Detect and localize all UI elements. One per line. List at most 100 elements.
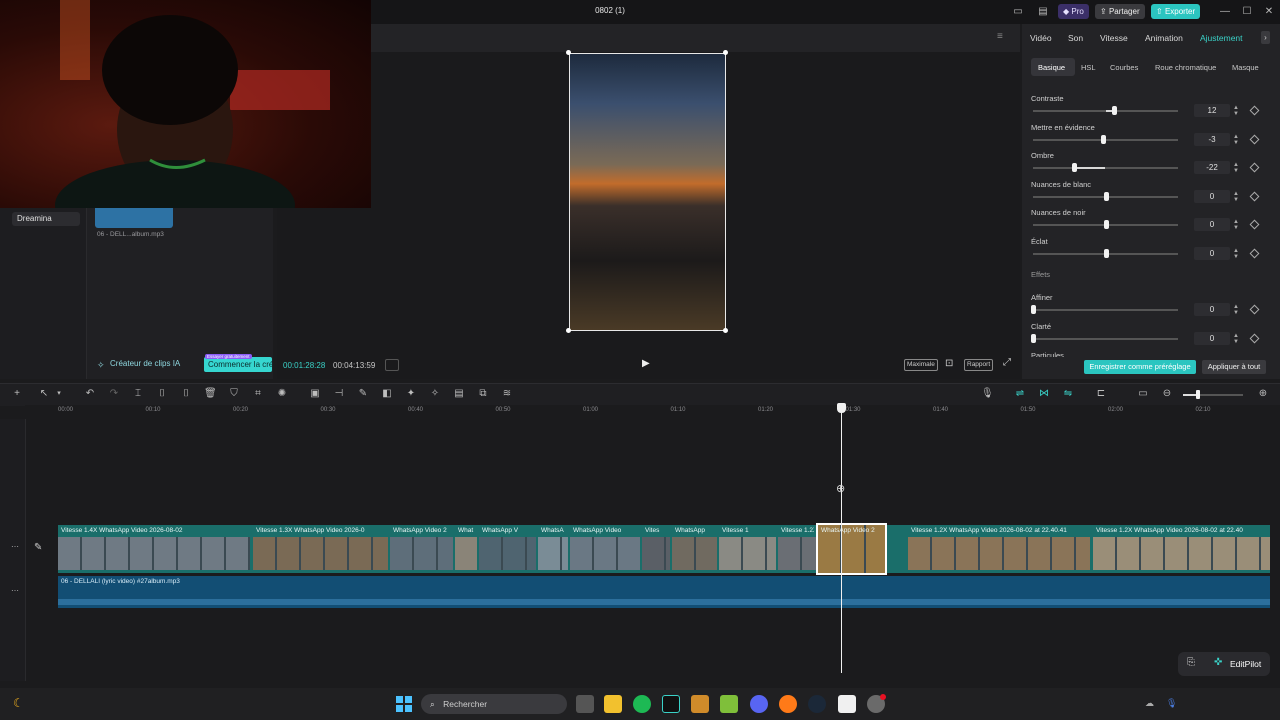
video-clip[interactable] — [570, 537, 640, 570]
time-ruler[interactable] — [25, 405, 1280, 419]
video-clip[interactable] — [672, 537, 717, 570]
video-clip[interactable] — [719, 537, 776, 570]
steam-icon[interactable] — [808, 695, 826, 713]
param-slider-knob[interactable] — [1031, 333, 1036, 343]
edit-track-icon[interactable]: ✎ — [34, 542, 42, 553]
stepper-icon[interactable]: ▲ ▼ — [1233, 248, 1239, 260]
video-clip[interactable] — [390, 537, 453, 570]
weather-moon-icon[interactable]: ☾ — [13, 696, 24, 710]
audio-media-thumbnail[interactable] — [95, 208, 173, 228]
add-icon[interactable]: + — [11, 387, 23, 401]
stepper-icon[interactable]: ▲ ▼ — [1233, 105, 1239, 117]
video-clip[interactable] — [455, 537, 477, 570]
adjust-icon[interactable]: ✦ — [405, 387, 417, 401]
zoom-out-icon[interactable]: ⊖ — [1161, 387, 1173, 401]
magic-icon[interactable]: ✧ — [429, 387, 441, 401]
ratio-button[interactable]: Rapport — [964, 359, 994, 371]
video-preview[interactable] — [569, 53, 726, 331]
resize-handle[interactable] — [723, 50, 728, 55]
video-clip[interactable] — [479, 537, 536, 570]
param-slider[interactable] — [1033, 309, 1178, 311]
subtab-color-wheel[interactable]: Roue chromatique — [1155, 63, 1216, 72]
shield-icon[interactable]: ⛉ — [228, 387, 240, 401]
delete-icon[interactable]: 🗑 — [204, 387, 217, 401]
zoom-in-icon[interactable]: ⊕ — [1257, 387, 1269, 401]
save-preset-button[interactable]: Enregistrer comme préréglage — [1084, 360, 1196, 374]
param-value-input[interactable]: 0 — [1194, 189, 1230, 203]
track-more-icon[interactable]: ⋯ — [11, 542, 19, 551]
audio-track[interactable] — [58, 576, 1270, 608]
caption-icon[interactable]: ▤ — [453, 387, 465, 401]
freeze-icon[interactable]: ⊣ — [333, 387, 345, 401]
param-value-input[interactable]: 0 — [1194, 303, 1230, 316]
subtab-basic[interactable]: Basique — [1038, 63, 1065, 72]
video-clip[interactable] — [538, 537, 568, 570]
windows-start-icon[interactable] — [396, 696, 412, 712]
ai-clips-creator-button[interactable]: Créateur de clips IA — [110, 359, 180, 368]
preview-axis-icon[interactable]: ⊏ — [1095, 387, 1107, 401]
video-clip[interactable] — [908, 537, 1090, 570]
param-slider-knob[interactable] — [1100, 134, 1106, 144]
tab-speed[interactable]: Vitesse — [1100, 33, 1128, 43]
subtab-hsl[interactable]: HSL — [1081, 63, 1096, 72]
chevron-down-icon[interactable]: ▾ — [53, 387, 65, 401]
playhead-handle[interactable] — [837, 403, 846, 413]
chevron-right-icon[interactable]: › — [1261, 31, 1270, 44]
mic-tray-icon[interactable]: 🎙 — [1166, 698, 1177, 709]
video-clip[interactable] — [58, 537, 250, 570]
param-value-input[interactable]: -3 — [1194, 132, 1230, 146]
video-clip[interactable] — [642, 537, 670, 570]
param-slider[interactable] — [1033, 167, 1178, 170]
zoom-slider-knob[interactable] — [1196, 390, 1200, 399]
playhead[interactable] — [841, 405, 842, 673]
pro-button[interactable]: ◆ Pro — [1058, 4, 1089, 19]
param-slider-knob[interactable] — [1071, 163, 1077, 173]
snap-icon[interactable]: ⇋ — [1062, 387, 1074, 401]
pen-icon[interactable]: ✎ — [357, 387, 369, 401]
apply-to-all-button[interactable]: Appliquer à tout — [1202, 360, 1266, 374]
discord-icon[interactable] — [750, 695, 768, 713]
select-icon[interactable]: ↖ — [38, 387, 50, 401]
stepper-icon[interactable]: ▲ ▼ — [1233, 162, 1239, 174]
split-icon[interactable]: ⌶ — [132, 387, 144, 401]
close-icon[interactable]: ✕ — [1262, 5, 1276, 19]
mirror-icon[interactable]: ◧ — [381, 387, 393, 401]
vectorizer-icon[interactable] — [720, 695, 738, 713]
firefox-icon[interactable] — [779, 695, 797, 713]
param-value-input[interactable]: 0 — [1194, 331, 1230, 345]
play-icon[interactable]: ▶ — [642, 358, 650, 369]
param-slider-knob[interactable] — [1112, 106, 1118, 115]
audio-wave-icon[interactable]: ≋ — [501, 387, 513, 401]
share-button[interactable]: ⇪ Partager — [1095, 4, 1145, 19]
tab-adjustment[interactable]: Ajustement — [1200, 33, 1243, 43]
editpilot-button[interactable]: ⎘ ✜ EditPilot — [1178, 652, 1270, 676]
param-value-input[interactable]: 0 — [1194, 247, 1230, 260]
tab-animation[interactable]: Animation — [1145, 33, 1183, 43]
param-value-input[interactable]: 12 — [1194, 104, 1230, 117]
tab-video[interactable]: Vidéo — [1030, 33, 1052, 43]
media-icon[interactable]: ▣ — [309, 387, 321, 401]
ai-effect-icon[interactable]: ✺ — [276, 387, 288, 401]
audio-track-more-icon[interactable]: ⋯ — [11, 586, 19, 595]
shortcuts-icon[interactable]: ▤ — [1036, 5, 1050, 19]
stepper-icon[interactable]: ▲ ▼ — [1233, 134, 1239, 146]
taskbar-search[interactable]: ⌕ Rechercher — [421, 694, 567, 714]
stepper-icon[interactable]: ▲ ▼ — [1233, 191, 1239, 203]
timecode-grid-icon[interactable] — [385, 359, 399, 371]
network-icon[interactable]: ☁ — [1145, 698, 1154, 709]
subtab-mask[interactable]: Masque — [1232, 63, 1259, 72]
stepper-icon[interactable]: ▲ ▼ — [1233, 304, 1239, 316]
param-value-input[interactable]: 0 — [1194, 218, 1230, 232]
split-left-icon[interactable]: ⌷ — [156, 387, 168, 401]
export-frame-icon[interactable]: ⧉ — [477, 387, 489, 401]
tab-sound[interactable]: Son — [1068, 33, 1083, 43]
capcut-icon[interactable] — [838, 695, 856, 713]
stepper-icon[interactable]: ▲ ▼ — [1233, 333, 1239, 345]
param-slider-knob[interactable] — [1103, 191, 1109, 201]
microphone-icon[interactable]: 🎙 — [981, 387, 994, 401]
video-clip[interactable] — [1093, 537, 1270, 570]
undo-icon[interactable]: ↶ — [84, 387, 96, 401]
video-clip[interactable] — [778, 537, 816, 570]
link-icon[interactable]: ⇌ — [1014, 387, 1026, 401]
capcut-alt-icon[interactable] — [662, 695, 680, 713]
